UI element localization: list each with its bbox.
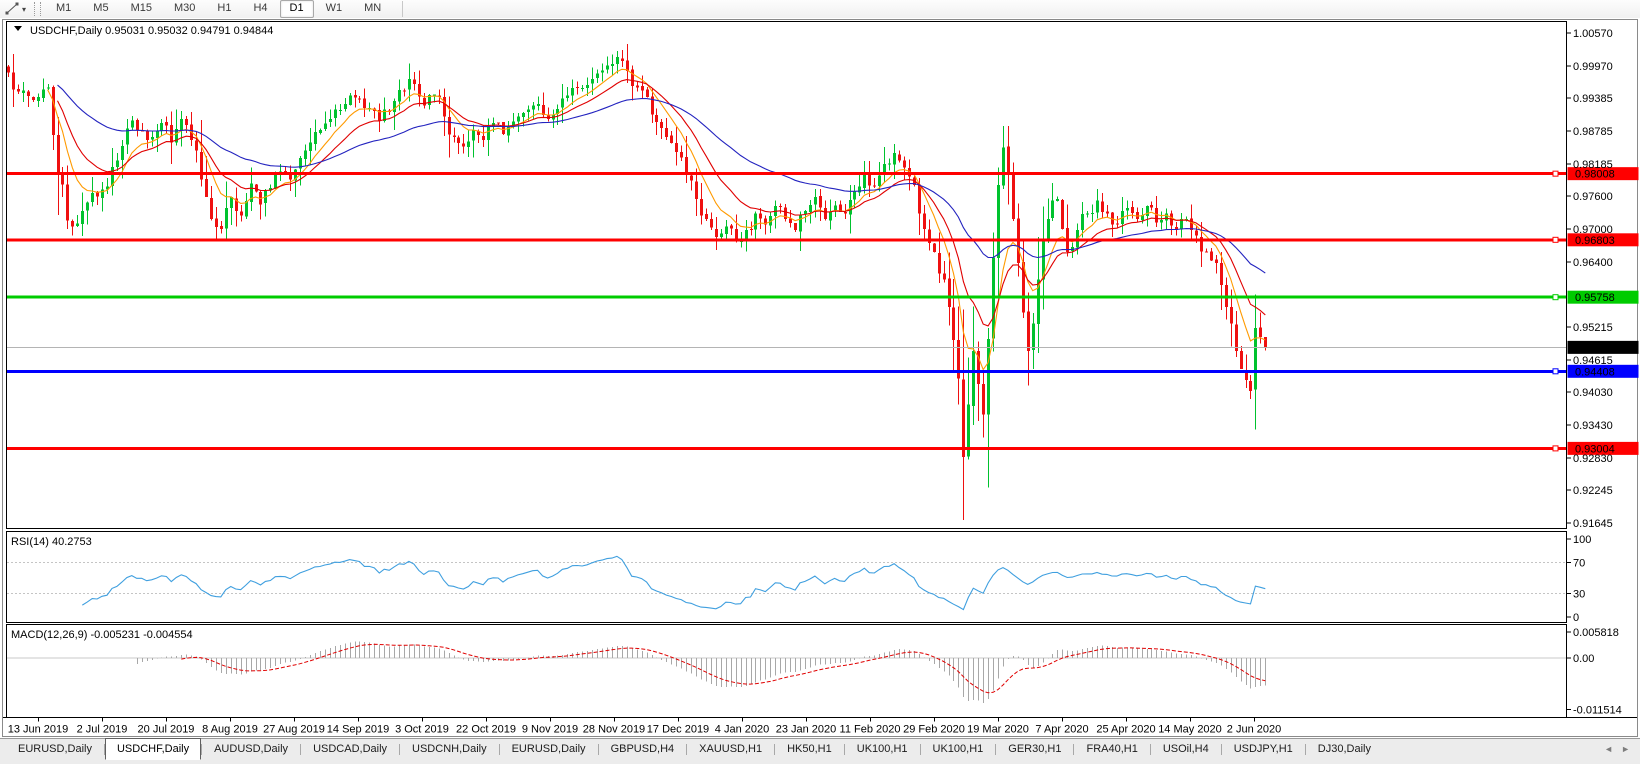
- date-tick-label: 23 Jan 2020: [776, 724, 837, 736]
- macd-panel[interactable]: [6, 624, 1567, 718]
- chart-tab-usdcnh-daily[interactable]: USDCNH,Daily: [400, 739, 499, 760]
- rsi-axis-label: 30: [1573, 589, 1585, 601]
- chart-tab-usdjpy-h1[interactable]: USDJPY,H1: [1222, 739, 1305, 760]
- chart-tab-eurusd-daily[interactable]: EURUSD,Daily: [500, 739, 598, 760]
- price-tick-label: 0.97600: [1573, 191, 1613, 203]
- price-tick-label: 0.92245: [1573, 485, 1613, 497]
- timeframe-buttons: M1 M5 M15 M30 H1 H4 D1 W1 MN: [45, 0, 392, 18]
- price-tick-label: 0.95215: [1573, 322, 1613, 334]
- timeframe-button-m5[interactable]: M5: [83, 0, 118, 18]
- price-tick-label: 0.91645: [1573, 518, 1613, 530]
- toolbar-drag-grip[interactable]: [34, 2, 42, 16]
- main-price-panel[interactable]: [6, 21, 1567, 529]
- tab-scroll-left-icon[interactable]: ◄: [1604, 744, 1613, 754]
- price-tick-label: 0.98785: [1573, 126, 1613, 138]
- timeframe-button-d1[interactable]: D1: [279, 0, 314, 18]
- price-tick-label: 0.96400: [1573, 257, 1613, 269]
- symbol-tab-bar: EURUSD,Daily USDCHF,Daily AUDUSD,Daily USDC…: [0, 738, 1640, 764]
- timeframe-button-m15[interactable]: M15: [121, 0, 162, 18]
- rsi-indicator-label: RSI(14) 40.2753: [11, 536, 92, 548]
- symbol-title-ohlc: USDCHF,Daily 0.95031 0.95032 0.94791 0.9…: [30, 25, 273, 37]
- date-tick-label: 3 Oct 2019: [395, 724, 449, 736]
- line-tool-icon: [5, 2, 19, 15]
- level-handle[interactable]: [1552, 294, 1559, 301]
- date-tick-label: 14 May 2020: [1158, 724, 1222, 736]
- chart-canvas[interactable]: 0.980080.968030.957580.944080.930040.948…: [0, 18, 1640, 738]
- chart-tab-ger30-h1[interactable]: GER30,H1: [996, 739, 1073, 760]
- chart-tab-usdcad-daily[interactable]: USDCAD,Daily: [301, 739, 399, 760]
- chart-tab-uk100-h1[interactable]: UK100,H1: [845, 739, 920, 760]
- date-tick-label: 14 Sep 2019: [327, 724, 389, 736]
- date-tick-label: 11 Feb 2020: [840, 724, 901, 736]
- level-handle[interactable]: [1552, 445, 1559, 452]
- chart-panels: [6, 21, 1567, 718]
- line-studies-tool[interactable]: ▾: [0, 1, 30, 17]
- chart-title: USDCHF,Daily 0.95031 0.95032 0.94791 0.9…: [14, 25, 273, 37]
- date-tick-label: 27 Aug 2019: [263, 724, 325, 736]
- timeframe-button-h4[interactable]: H4: [243, 0, 277, 18]
- chart-tab-dj30-daily[interactable]: DJ30,Daily: [1306, 739, 1383, 760]
- chart-tab-fra40-h1[interactable]: FRA40,H1: [1074, 739, 1149, 760]
- date-tick-label: 2 Jul 2019: [77, 724, 128, 736]
- timeframe-button-h1[interactable]: H1: [207, 0, 241, 18]
- rsi-axis-label: 70: [1573, 557, 1585, 569]
- chart-tab-usoil-h4[interactable]: USOil,H4: [1151, 739, 1221, 760]
- price-tick-label: 0.98185: [1573, 159, 1613, 171]
- date-tick-label: 2 Jun 2020: [1227, 724, 1281, 736]
- toolbar-separator: [402, 1, 404, 17]
- date-tick-label: 17 Dec 2019: [647, 724, 709, 736]
- chevron-down-icon: ▾: [22, 4, 27, 14]
- level-price-label: 0.94408: [1575, 366, 1615, 378]
- date-tick-label: 8 Aug 2019: [202, 724, 258, 736]
- tab-scroll-right-icon[interactable]: ►: [1621, 744, 1630, 754]
- price-tick-label: 0.99970: [1573, 61, 1613, 73]
- chart-tab-uk100-h1[interactable]: UK100,H1: [921, 739, 996, 760]
- timeframe-button-mn[interactable]: MN: [354, 0, 391, 18]
- rsi-axis-label: 0: [1573, 612, 1579, 624]
- price-tick-label: 0.94030: [1573, 387, 1613, 399]
- date-tick-label: 19 Mar 2020: [967, 724, 1029, 736]
- date-tick-label: 7 Apr 2020: [1035, 724, 1088, 736]
- date-tick-label: 22 Oct 2019: [456, 724, 516, 736]
- rsi-axis-label: 100: [1573, 534, 1591, 546]
- date-tick-label: 29 Feb 2020: [903, 724, 965, 736]
- level-handle[interactable]: [1552, 236, 1559, 243]
- date-tick-label: 28 Nov 2019: [583, 724, 645, 736]
- chart-tab-audusd-daily[interactable]: AUDUSD,Daily: [202, 739, 300, 760]
- price-tick-label: 0.92830: [1573, 453, 1613, 465]
- timeframe-button-m30[interactable]: M30: [164, 0, 205, 18]
- price-tick-label: 0.93430: [1573, 420, 1613, 432]
- timeframe-button-m1[interactable]: M1: [46, 0, 81, 18]
- chart-tab-usdchf-daily[interactable]: USDCHF,Daily: [104, 738, 202, 760]
- date-tick-label: 9 Nov 2019: [522, 724, 578, 736]
- chart-tab-hk50-h1[interactable]: HK50,H1: [775, 739, 844, 760]
- timeframe-button-w1[interactable]: W1: [316, 0, 353, 18]
- price-tick-label: 1.00570: [1573, 28, 1613, 40]
- current-price-label: 0.94844: [1575, 342, 1615, 354]
- price-tick-label: 0.94615: [1573, 355, 1613, 367]
- level-price-label: 0.96803: [1575, 235, 1615, 247]
- chart-tab-eurusd-daily[interactable]: EURUSD,Daily: [6, 739, 104, 760]
- macd-indicator-label: MACD(12,26,9) -0.005231 -0.004554: [11, 629, 193, 641]
- macd-axis-label: 0.005818: [1573, 627, 1619, 639]
- macd-axis-label: -0.011514: [1573, 704, 1622, 716]
- timeframe-toolbar: ▾ M1 M5 M15 M30 H1 H4 D1 W1 MN: [0, 0, 1640, 19]
- price-tick-label: 0.97000: [1573, 224, 1613, 236]
- date-tick-label: 25 Apr 2020: [1096, 724, 1155, 736]
- macd-axis-label: 0.00: [1573, 653, 1594, 665]
- price-tick-label: 0.99385: [1573, 93, 1613, 105]
- level-handle[interactable]: [1552, 170, 1559, 177]
- chart-tab-gbpusd-h4[interactable]: GBPUSD,H4: [599, 739, 687, 760]
- tab-scroll-arrows: ◄ ►: [1604, 739, 1640, 758]
- level-handle[interactable]: [1552, 368, 1559, 375]
- rsi-panel[interactable]: [6, 531, 1567, 623]
- chart-tabs: EURUSD,Daily USDCHF,Daily AUDUSD,Daily USDC…: [0, 738, 1383, 760]
- chart-tab-xauusd-h1[interactable]: XAUUSD,H1: [687, 739, 774, 760]
- date-tick-label: 20 Jul 2019: [138, 724, 195, 736]
- date-tick-label: 13 Jun 2019: [8, 724, 69, 736]
- level-price-label: 0.95758: [1575, 292, 1615, 304]
- date-tick-label: 4 Jan 2020: [715, 724, 769, 736]
